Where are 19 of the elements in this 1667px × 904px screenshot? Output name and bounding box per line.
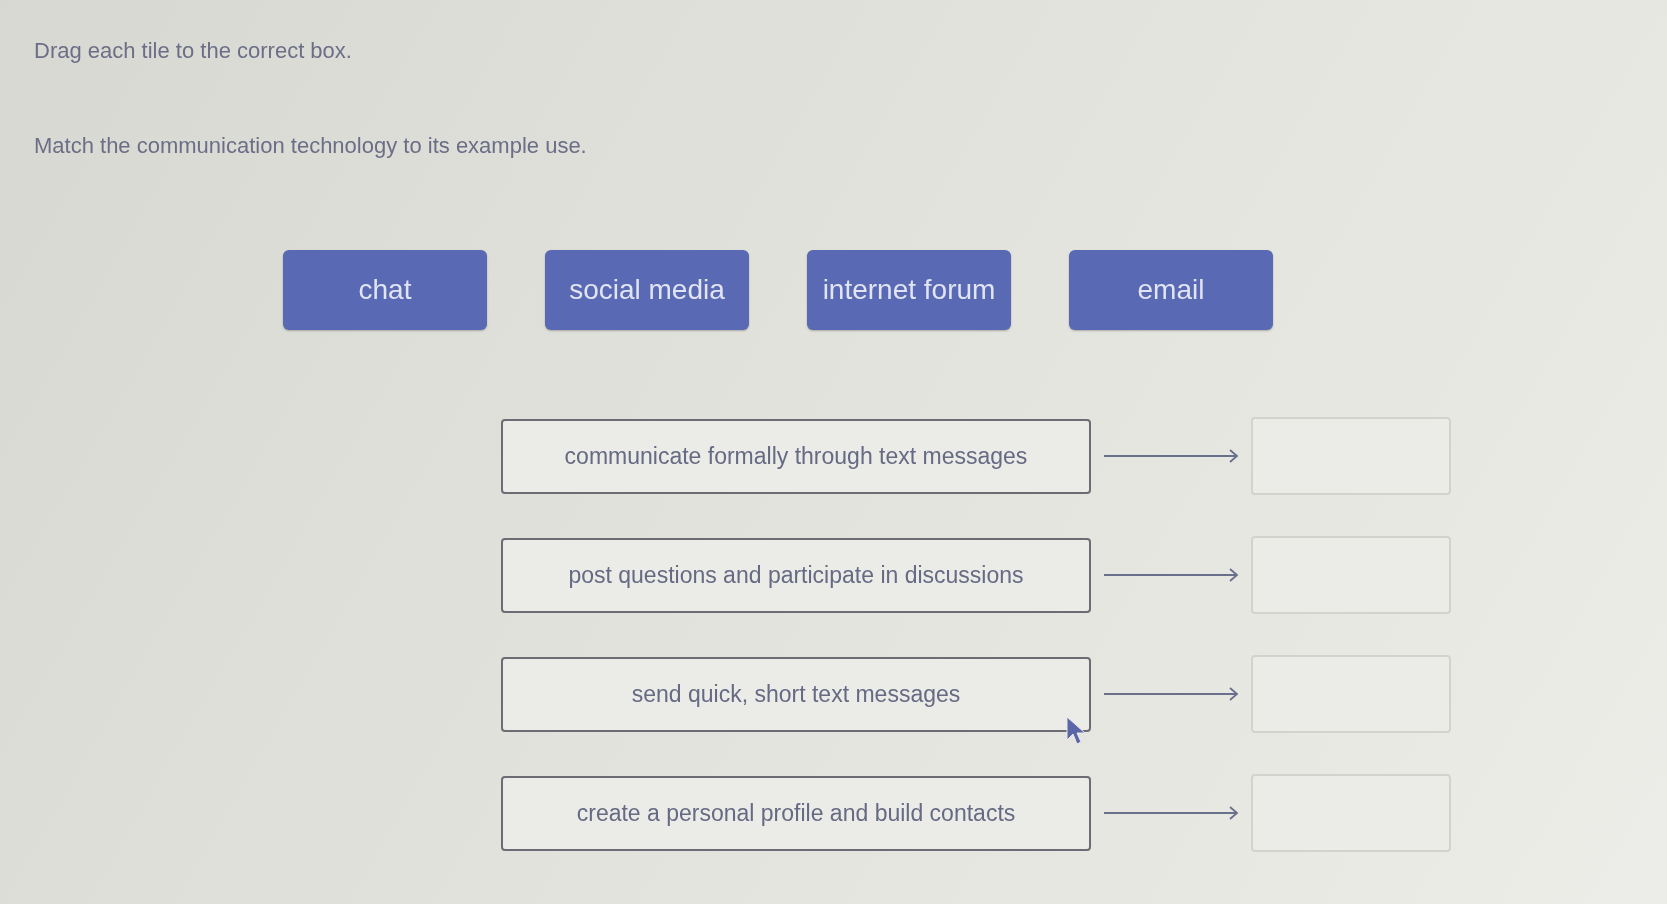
answer-tile[interactable]: internet forum bbox=[807, 250, 1011, 330]
use-description: communicate formally through text messages bbox=[501, 418, 1091, 494]
answer-tile[interactable]: social media bbox=[545, 250, 749, 330]
instruction-text: Drag each tile to the correct box. bbox=[34, 37, 352, 65]
cursor-icon bbox=[1066, 716, 1086, 746]
use-description: send quick, short text messages bbox=[501, 656, 1091, 732]
answer-box[interactable] bbox=[1251, 417, 1451, 495]
arrow-icon bbox=[1103, 448, 1239, 464]
arrow-icon bbox=[1103, 686, 1239, 702]
answer-tile[interactable]: chat bbox=[283, 250, 487, 330]
answer-box[interactable] bbox=[1251, 536, 1451, 614]
use-description: create a personal profile and build contacts bbox=[501, 775, 1091, 851]
arrow-icon bbox=[1103, 805, 1239, 821]
use-description: post questions and participate in discussions bbox=[501, 537, 1091, 613]
arrow-icon bbox=[1103, 567, 1239, 583]
answer-box[interactable] bbox=[1251, 655, 1451, 733]
answer-tile[interactable]: email bbox=[1069, 250, 1273, 330]
answer-box[interactable] bbox=[1251, 774, 1451, 852]
question-prompt: Match the communication technology to its example use. bbox=[34, 132, 587, 160]
